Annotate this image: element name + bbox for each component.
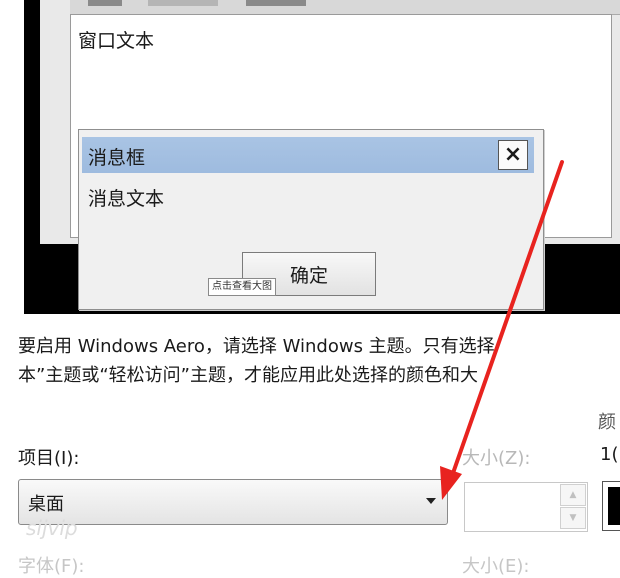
size-value-fragment: 1( [600,444,619,465]
message-box-titlebar [82,137,534,173]
color-label: 颜 [598,412,616,433]
menu-fragment [148,0,218,6]
arrow-down-icon: ▼ [569,513,577,523]
window-text: 窗口文本 [78,30,155,52]
tooltip: 点击查看大图 [208,278,276,296]
message-box-text: 消息文本 [88,188,165,210]
chevron-down-icon [426,498,436,504]
message-box-title: 消息框 [88,147,146,169]
watermark: sijvip [26,516,78,540]
close-button[interactable]: × [498,140,528,170]
menu-fragment [246,0,306,6]
description-line-1: 要启用 Windows Aero，请选择 Windows 主题。只有选择 [18,336,495,357]
size-label: 大小(Z): [462,448,531,469]
color-swatch [608,487,620,525]
menu-fragment [88,0,122,6]
description-line-2: 本”主题或“轻松访问”主题，才能应用此处选择的颜色和大 [18,365,478,386]
spin-down-button: ▼ [560,507,586,529]
item-select[interactable] [18,479,448,525]
item-select-value: 桌面 [28,494,64,515]
item-label: 项目(I): [18,448,80,469]
spin-up-button: ▲ [560,484,586,506]
close-icon: × [503,142,523,167]
font-size-label: 大小(E): [462,556,530,577]
font-label: 字体(F): [18,556,85,577]
arrow-up-icon: ▲ [569,490,577,500]
